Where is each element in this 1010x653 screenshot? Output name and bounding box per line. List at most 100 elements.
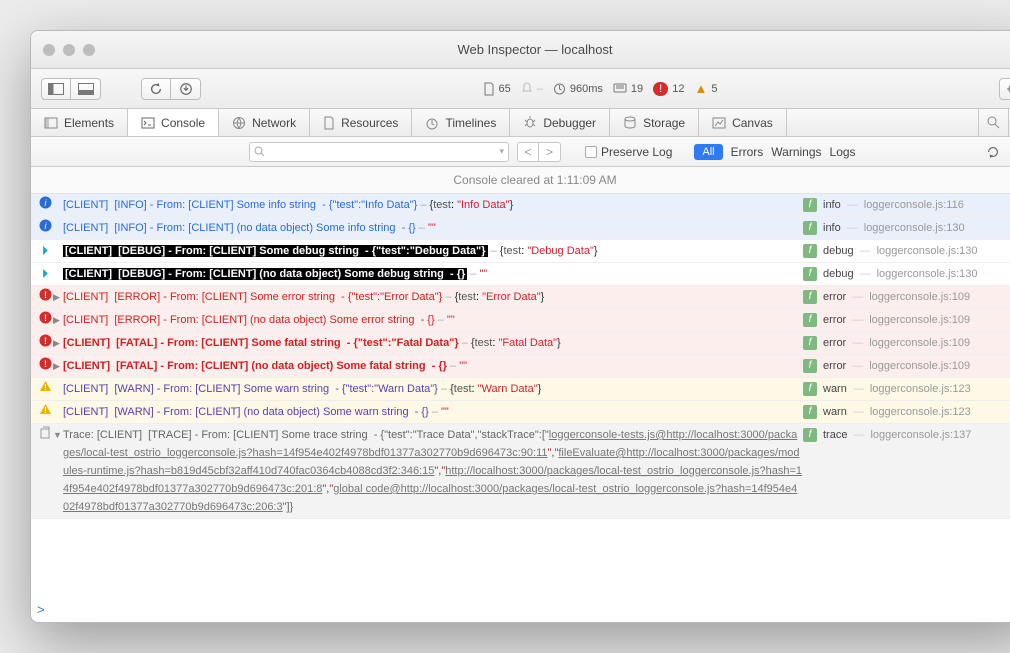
warnings-stat[interactable]: ▲5 — [694, 81, 717, 96]
log-source[interactable]: ferror—loggerconsole.js:109 — [803, 334, 1010, 352]
dock-left-button[interactable] — [41, 78, 71, 100]
warn-icon: ! — [37, 403, 53, 415]
source-location: loggerconsole.js:116 — [864, 196, 964, 214]
function-icon: f — [803, 336, 817, 350]
log-row-error[interactable]: ! ▶[CLIENT] [ERROR] - From: [CLIENT] (no … — [31, 309, 1010, 332]
tab-debugger[interactable]: Debugger — [510, 109, 610, 136]
messages-stat[interactable]: 19 — [613, 83, 643, 95]
function-icon: f — [803, 221, 817, 235]
tab-elements[interactable]: Elements — [31, 109, 128, 136]
log-source[interactable]: ferror—loggerconsole.js:109 — [803, 357, 1010, 375]
time-value: 960ms — [570, 83, 603, 95]
dock-bottom-button[interactable] — [71, 78, 101, 100]
log-row-info[interactable]: i[CLIENT] [INFO] - From: [CLIENT] (no da… — [31, 217, 1010, 240]
svg-text:!: ! — [44, 359, 47, 369]
titlebar: Web Inspector — localhost — [31, 31, 1010, 69]
log-message: [CLIENT] [FATAL] - From: [CLIENT] Some f… — [63, 334, 803, 352]
log-source[interactable]: fdebug—loggerconsole.js:130 — [803, 265, 1010, 283]
tab-search[interactable] — [979, 109, 1009, 136]
log-source[interactable]: ferror—loggerconsole.js:109 — [803, 311, 1010, 329]
search-next-button[interactable]: > — [539, 142, 561, 162]
tab-timelines[interactable]: Timelines — [412, 109, 510, 136]
svg-text:!: ! — [44, 290, 47, 300]
minimize-window-button[interactable] — [63, 44, 75, 56]
log-row-trace[interactable]: ▼Trace: [CLIENT] [TRACE] - From: [CLIENT… — [31, 424, 1010, 519]
inspect-element-button[interactable] — [999, 78, 1010, 100]
download-button[interactable] — [171, 78, 201, 100]
svg-text:!: ! — [44, 383, 47, 392]
tab-label: Debugger — [543, 116, 596, 130]
source-location: loggerconsole.js:109 — [869, 334, 970, 352]
tab-storage[interactable]: Storage — [610, 109, 699, 136]
log-row-debug[interactable]: ⏵[CLIENT] [DEBUG] - From: [CLIENT] (no d… — [31, 263, 1010, 286]
search-icon — [254, 146, 265, 157]
reload-button[interactable] — [141, 78, 171, 100]
preserve-log-checkbox[interactable]: Preserve Log — [585, 145, 672, 159]
expand-arrow[interactable]: ▶ — [53, 288, 63, 306]
svg-text:!: ! — [44, 313, 47, 323]
log-message: [CLIENT] [ERROR] - From: [CLIENT] (no da… — [63, 311, 803, 329]
log-source[interactable]: finfo—loggerconsole.js:130 — [803, 219, 1010, 237]
log-row-fatal[interactable]: !▶[CLIENT] [FATAL] - From: [CLIENT] (no … — [31, 355, 1010, 378]
toolbar: 65 – 960ms 19 !12 ▲5 — [31, 69, 1010, 109]
expand-arrow[interactable]: ▶ — [53, 357, 63, 375]
refresh-console-button[interactable] — [983, 145, 1003, 159]
inspector-window: Web Inspector — localhost 65 – 960ms 19 … — [30, 30, 1010, 623]
error-badge-icon: ! — [653, 82, 668, 96]
zoom-window-button[interactable] — [83, 44, 95, 56]
filter-logs[interactable]: Logs — [830, 145, 856, 159]
bell-stat[interactable]: – — [521, 82, 543, 96]
expand-arrow[interactable]: ▶ — [53, 311, 63, 329]
function-name: info — [823, 196, 841, 214]
function-icon: f — [803, 428, 817, 442]
log-source[interactable]: fwarn—loggerconsole.js:123 — [803, 380, 1010, 398]
console-filterbar: ▾ < > Preserve Log All Errors Warnings L… — [31, 137, 1010, 167]
filter-errors[interactable]: Errors — [731, 145, 764, 159]
log-source[interactable]: fdebug—loggerconsole.js:130 — [803, 242, 1010, 260]
time-stat[interactable]: 960ms — [553, 82, 603, 95]
resources-stat[interactable]: 65 — [483, 82, 511, 96]
log-message: [CLIENT] [INFO] - From: [CLIENT] Some in… — [63, 196, 803, 214]
resources-count: 65 — [499, 83, 511, 95]
log-source[interactable]: ftrace—loggerconsole.js:137 — [803, 426, 1010, 444]
console-prompt[interactable]: > — [31, 598, 1010, 622]
function-name: error — [823, 334, 846, 352]
source-location: loggerconsole.js:109 — [869, 288, 970, 306]
log-row-info[interactable]: i[CLIENT] [INFO] - From: [CLIENT] Some i… — [31, 194, 1010, 217]
tab-resources[interactable]: Resources — [310, 109, 412, 136]
log-row-debug[interactable]: ⏵[CLIENT] [DEBUG] - From: [CLIENT] Some … — [31, 240, 1010, 263]
debug-icon: ⏵ — [37, 265, 53, 283]
search-dropdown-icon[interactable]: ▾ — [499, 146, 504, 157]
tab-label: Canvas — [732, 116, 773, 130]
tab-label: Storage — [643, 116, 685, 130]
close-window-button[interactable] — [43, 44, 55, 56]
messages-count: 19 — [631, 83, 643, 95]
tab-canvas[interactable]: Canvas — [699, 109, 787, 136]
source-location: loggerconsole.js:109 — [869, 311, 970, 329]
log-row-warn[interactable]: ![CLIENT] [WARN] - From: [CLIENT] Some w… — [31, 378, 1010, 401]
source-location: loggerconsole.js:123 — [870, 403, 971, 421]
tab-network[interactable]: Network — [219, 109, 310, 136]
function-name: debug — [823, 265, 854, 283]
log-row-fatal[interactable]: !▶[CLIENT] [FATAL] - From: [CLIENT] Some… — [31, 332, 1010, 355]
log-source[interactable]: ferror—loggerconsole.js:109 — [803, 288, 1010, 306]
search-nav: < > — [517, 142, 561, 162]
log-message: [CLIENT] [ERROR] - From: [CLIENT] Some e… — [63, 288, 803, 306]
expand-arrow[interactable]: ▶ — [53, 334, 63, 352]
log-row-warn[interactable]: ![CLIENT] [WARN] - From: [CLIENT] (no da… — [31, 401, 1010, 424]
filter-all[interactable]: All — [694, 144, 722, 160]
log-source[interactable]: finfo—loggerconsole.js:116 — [803, 196, 1010, 214]
log-source[interactable]: fwarn—loggerconsole.js:123 — [803, 403, 1010, 421]
tab-console[interactable]: Console — [128, 109, 219, 136]
warn-icon: ! — [37, 380, 53, 392]
function-icon: f — [803, 405, 817, 419]
filter-warnings[interactable]: Warnings — [771, 145, 821, 159]
search-input[interactable] — [265, 146, 499, 158]
expand-arrow[interactable]: ▼ — [53, 426, 63, 444]
console-search[interactable]: ▾ — [249, 142, 509, 162]
search-prev-button[interactable]: < — [517, 142, 539, 162]
source-location: loggerconsole.js:109 — [869, 357, 970, 375]
console-output[interactable]: i[CLIENT] [INFO] - From: [CLIENT] Some i… — [31, 194, 1010, 598]
errors-stat[interactable]: !12 — [653, 82, 684, 96]
log-row-error[interactable]: ! ▶[CLIENT] [ERROR] - From: [CLIENT] Some… — [31, 286, 1010, 309]
